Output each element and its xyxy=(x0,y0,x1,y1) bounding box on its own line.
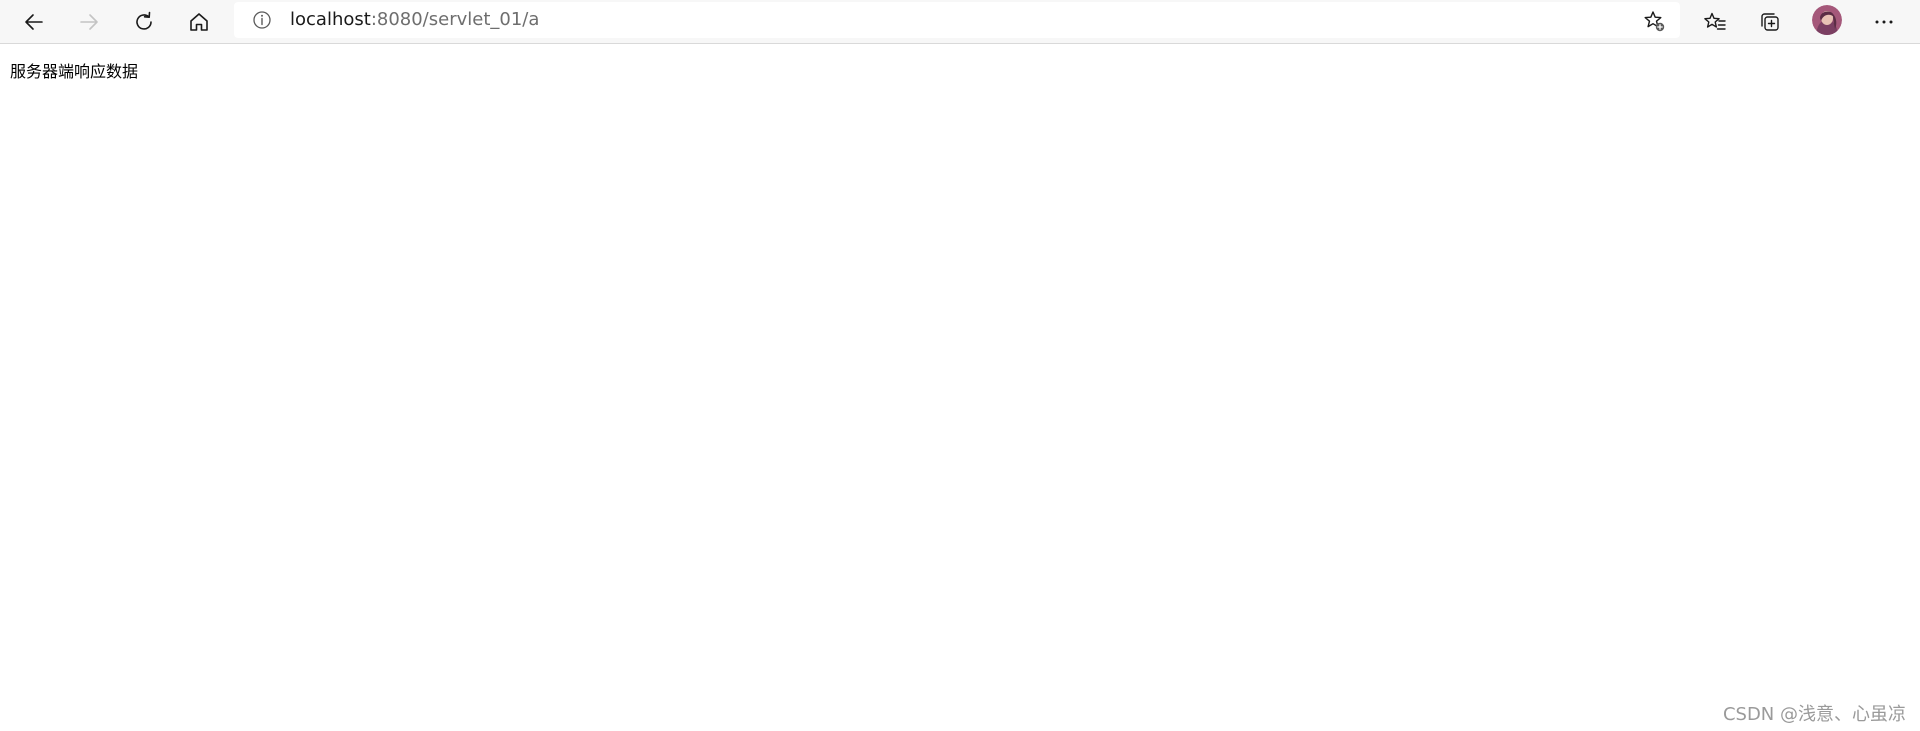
collections-icon xyxy=(1761,13,1779,31)
forward-button[interactable] xyxy=(71,4,107,40)
address-bar[interactable]: localhost:8080/servlet_01/a xyxy=(234,2,1680,38)
add-favorite-icon[interactable] xyxy=(1642,9,1666,33)
url-host: localhost xyxy=(290,9,371,30)
back-arrow-icon xyxy=(25,14,43,30)
avatar[interactable] xyxy=(1812,5,1842,35)
profile-picture xyxy=(1812,5,1842,35)
more-menu-button[interactable] xyxy=(1866,4,1902,40)
info-icon[interactable] xyxy=(252,10,272,30)
forward-arrow-icon xyxy=(80,14,98,30)
url-text[interactable]: localhost:8080/servlet_01/a xyxy=(290,2,539,38)
watermark: CSDN @浅意、心虽凉 xyxy=(1722,704,1906,725)
home-button[interactable] xyxy=(181,4,217,40)
collections-button[interactable] xyxy=(1752,4,1788,40)
browser-toolbar: localhost:8080/servlet_01/a xyxy=(0,0,1920,44)
more-menu-icon xyxy=(1875,20,1893,24)
back-button[interactable] xyxy=(16,4,52,40)
page-body-text: 服务器端响应数据 xyxy=(10,62,139,81)
home-icon xyxy=(190,13,208,31)
url-path: :8080/servlet_01/a xyxy=(370,9,540,30)
favorites-button[interactable] xyxy=(1697,4,1733,40)
favorites-icon xyxy=(1704,12,1726,30)
refresh-button[interactable] xyxy=(126,4,162,40)
refresh-icon xyxy=(136,11,152,30)
